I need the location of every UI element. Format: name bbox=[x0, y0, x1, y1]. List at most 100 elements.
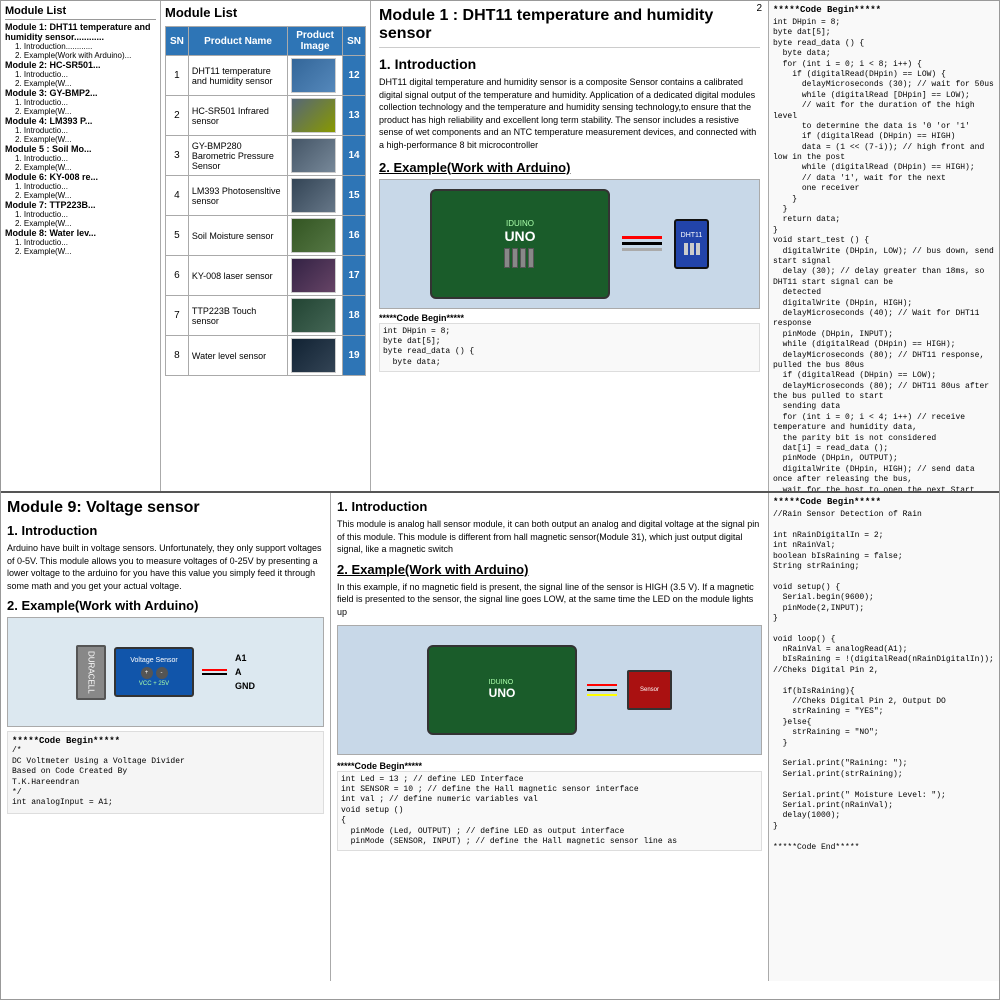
col-header-product-image: Product Image bbox=[288, 27, 343, 56]
voltage-labels: A1 A GND bbox=[235, 653, 255, 691]
bottom-right-code-content: //Rain Sensor Detection of Rain int nRai… bbox=[773, 510, 995, 853]
voltage-circuit-image: DURACELL Voltage Sensor + - VCC + 25V bbox=[7, 617, 324, 727]
module1-heading: Module 1 : DHT11 temperature and humidit… bbox=[379, 7, 760, 48]
sidebar-module-7: Module 7: TTP223B... 1. Introductio... 2… bbox=[5, 200, 156, 228]
row-product-image bbox=[288, 136, 343, 176]
sidebar-module-3: Module 3: GY-BMP2... 1. Introductio... 2… bbox=[5, 88, 156, 116]
hall-sensor-board: Sensor bbox=[627, 670, 672, 710]
row-sn2: 12 bbox=[343, 56, 366, 96]
module9-title: Module 9: Voltage sensor bbox=[7, 499, 324, 517]
battery: DURACELL bbox=[76, 645, 106, 700]
product-image-bmp bbox=[291, 138, 336, 173]
module-table: SN Product Name Product Image SN 1 DHT11… bbox=[165, 26, 366, 376]
product-image-soil bbox=[291, 218, 336, 253]
table-row: 1 DHT11 temperature and humidity sensor … bbox=[166, 56, 366, 96]
row-product-name: Soil Moisture sensor bbox=[188, 216, 287, 256]
wire-red bbox=[622, 236, 662, 239]
code-begin-section: *****Code Begin***** int DHpin = 8; byte… bbox=[379, 313, 760, 373]
col-header-sn2: SN bbox=[343, 27, 366, 56]
row-sn2: 17 bbox=[343, 256, 366, 296]
circuit-diagram: IDUINO UNO bbox=[430, 189, 709, 299]
arduino-circuit-image: IDUINO UNO bbox=[379, 179, 760, 309]
bottom-code-text: /* DC Voltmeter Using a Voltage Divider … bbox=[12, 746, 319, 808]
row-sn: 7 bbox=[166, 296, 189, 336]
middle-code-text: int Led = 13 ; // define LED Interface i… bbox=[337, 771, 762, 852]
arduino-uno-hall: IDUINO UNO bbox=[427, 645, 577, 735]
row-sn2: 14 bbox=[343, 136, 366, 176]
row-sn2: 19 bbox=[343, 336, 366, 376]
row-product-name: DHT11 temperature and humidity sensor bbox=[188, 56, 287, 96]
voltage-board: Voltage Sensor + - VCC + 25V bbox=[114, 647, 194, 697]
sidebar-module-8: Module 8: Water lev... 1. Introductio...… bbox=[5, 228, 156, 256]
table-row: 7 TTP223B Touch sensor 18 bbox=[166, 296, 366, 336]
row-product-name: TTP223B Touch sensor bbox=[188, 296, 287, 336]
product-image-hcsr bbox=[291, 98, 336, 133]
row-product-image bbox=[288, 96, 343, 136]
sidebar-module-4: Module 4: LM393 P... 1. Introductio... 2… bbox=[5, 116, 156, 144]
row-product-name: KY-008 laser sensor bbox=[188, 256, 287, 296]
page-container: Module List Module 1: DHT11 temperature … bbox=[0, 0, 1000, 1000]
middle-example-title: 2. Example(Work with Arduino) bbox=[337, 562, 762, 577]
row-product-name: LM393 Photosensltive sensor bbox=[188, 176, 287, 216]
product-image-ky008 bbox=[291, 258, 336, 293]
code-panel-content: int DHpin = 8; byte dat[5]; byte read_da… bbox=[773, 18, 995, 491]
code-panel-top: *****Code Begin***** int DHpin = 8; byte… bbox=[769, 1, 999, 491]
row-sn: 3 bbox=[166, 136, 189, 176]
hall-circuit-diagram: IDUINO UNO Sensor bbox=[427, 645, 672, 735]
row-product-name: Water level sensor bbox=[188, 336, 287, 376]
product-image-ttp bbox=[291, 298, 336, 333]
bottom-section: Module 9: Voltage sensor 1. Introduction… bbox=[1, 491, 999, 981]
bottom-right-code-title: *****Code Begin***** bbox=[773, 497, 995, 507]
row-sn2: 15 bbox=[343, 176, 366, 216]
row-product-name: HC-SR501 Infrared sensor bbox=[188, 96, 287, 136]
bottom-left: Module 9: Voltage sensor 1. Introduction… bbox=[1, 493, 331, 981]
bottom-intro-text: Arduino have built in voltage sensors. U… bbox=[7, 542, 324, 592]
product-image-dht11 bbox=[291, 58, 336, 93]
row-product-name: GY-BMP280 Barometric Pressure Sensor bbox=[188, 136, 287, 176]
module-list-title: Module List bbox=[165, 5, 366, 20]
intro-section-title: 1. Introduction bbox=[379, 56, 760, 72]
hall-wires bbox=[587, 684, 617, 696]
bottom-middle: 1. Introduction This module is analog ha… bbox=[331, 493, 769, 981]
table-row: 2 HC-SR501 Infrared sensor 13 bbox=[166, 96, 366, 136]
sidebar-module-2: Module 2: HC-SR501... 1. Introductio... … bbox=[5, 60, 156, 88]
table-row: 4 LM393 Photosensltive sensor 15 bbox=[166, 176, 366, 216]
product-image-lm393 bbox=[291, 178, 336, 213]
row-sn: 5 bbox=[166, 216, 189, 256]
wire-gray bbox=[622, 248, 662, 251]
main-content-top: 2 Module 1 : DHT11 temperature and humid… bbox=[371, 1, 769, 491]
sidebar: Module List Module 1: DHT11 temperature … bbox=[1, 1, 161, 491]
wire-black bbox=[622, 242, 662, 245]
row-sn2: 13 bbox=[343, 96, 366, 136]
voltage-circuit-diagram: DURACELL Voltage Sensor + - VCC + 25V bbox=[76, 645, 255, 700]
row-sn: 1 bbox=[166, 56, 189, 96]
col-header-sn: SN bbox=[166, 27, 189, 56]
middle-intro-text: This module is analog hall sensor module… bbox=[337, 518, 762, 556]
row-sn2: 16 bbox=[343, 216, 366, 256]
row-sn: 6 bbox=[166, 256, 189, 296]
bottom-code-title: *****Code Begin***** bbox=[12, 736, 319, 746]
middle-intro-title: 1. Introduction bbox=[337, 499, 762, 514]
middle-example-text: In this example, if no magnetic field is… bbox=[337, 581, 762, 619]
row-product-image bbox=[288, 176, 343, 216]
table-row: 8 Water level sensor 19 bbox=[166, 336, 366, 376]
row-product-image bbox=[288, 56, 343, 96]
top-section: Module List Module 1: DHT11 temperature … bbox=[1, 1, 999, 491]
bottom-left-code: *****Code Begin***** /* DC Voltmeter Usi… bbox=[7, 731, 324, 813]
table-row: 3 GY-BMP280 Barometric Pressure Sensor 1… bbox=[166, 136, 366, 176]
code-panel-title: *****Code Begin***** bbox=[773, 5, 995, 15]
row-sn: 4 bbox=[166, 176, 189, 216]
sidebar-module-1: Module 1: DHT11 temperature and humidity… bbox=[5, 22, 156, 60]
sidebar-title: Module List bbox=[5, 5, 156, 20]
col-header-product-name: Product Name bbox=[188, 27, 287, 56]
row-product-image bbox=[288, 216, 343, 256]
hall-sensor-circuit-image: IDUINO UNO Sensor bbox=[337, 625, 762, 755]
row-product-image bbox=[288, 336, 343, 376]
bottom-right-code: *****Code Begin***** //Rain Sensor Detec… bbox=[769, 493, 999, 981]
page-number: 2 bbox=[756, 3, 762, 14]
table-row: 5 Soil Moisture sensor 16 bbox=[166, 216, 366, 256]
intro-text: DHT11 digital temperature and humidity s… bbox=[379, 76, 760, 152]
arduino-uno-board: IDUINO UNO bbox=[430, 189, 610, 299]
bottom-intro-title: 1. Introduction bbox=[7, 523, 324, 538]
dht11-sensor: DHT11 bbox=[674, 219, 709, 269]
